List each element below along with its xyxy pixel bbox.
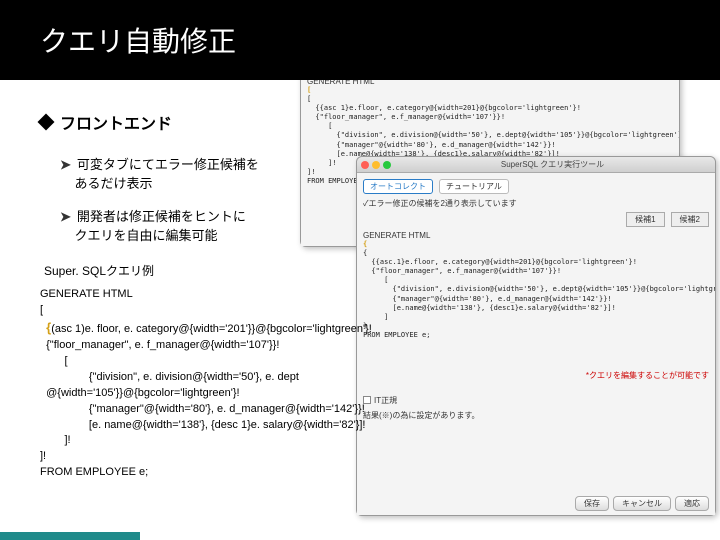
section-heading: フロントエンド [40, 110, 720, 134]
diamond-icon [38, 114, 55, 131]
footer-accent [0, 532, 140, 540]
page-header: クエリ自動修正 [0, 0, 720, 80]
chevron-icon: ➤ [60, 209, 71, 225]
example-code: GENERATE HTML [ {(asc 1)e. floor, e. cat… [40, 287, 380, 481]
save-button[interactable]: 保存 [575, 496, 609, 511]
page-title: クエリ自動修正 [40, 20, 236, 60]
bullet-item: ➤可変タブにてエラー修正候補を あるだけ表示 [60, 154, 720, 192]
apply-button[interactable]: 適応 [675, 496, 709, 511]
example-label: Super. SQLクエリ例 [44, 262, 720, 279]
chevron-icon: ➤ [60, 157, 71, 173]
cancel-button[interactable]: キャンセル [613, 496, 671, 511]
bullet-item: ➤開発者は修正候補をヒントに クエリを自由に編集可能 [60, 206, 720, 244]
